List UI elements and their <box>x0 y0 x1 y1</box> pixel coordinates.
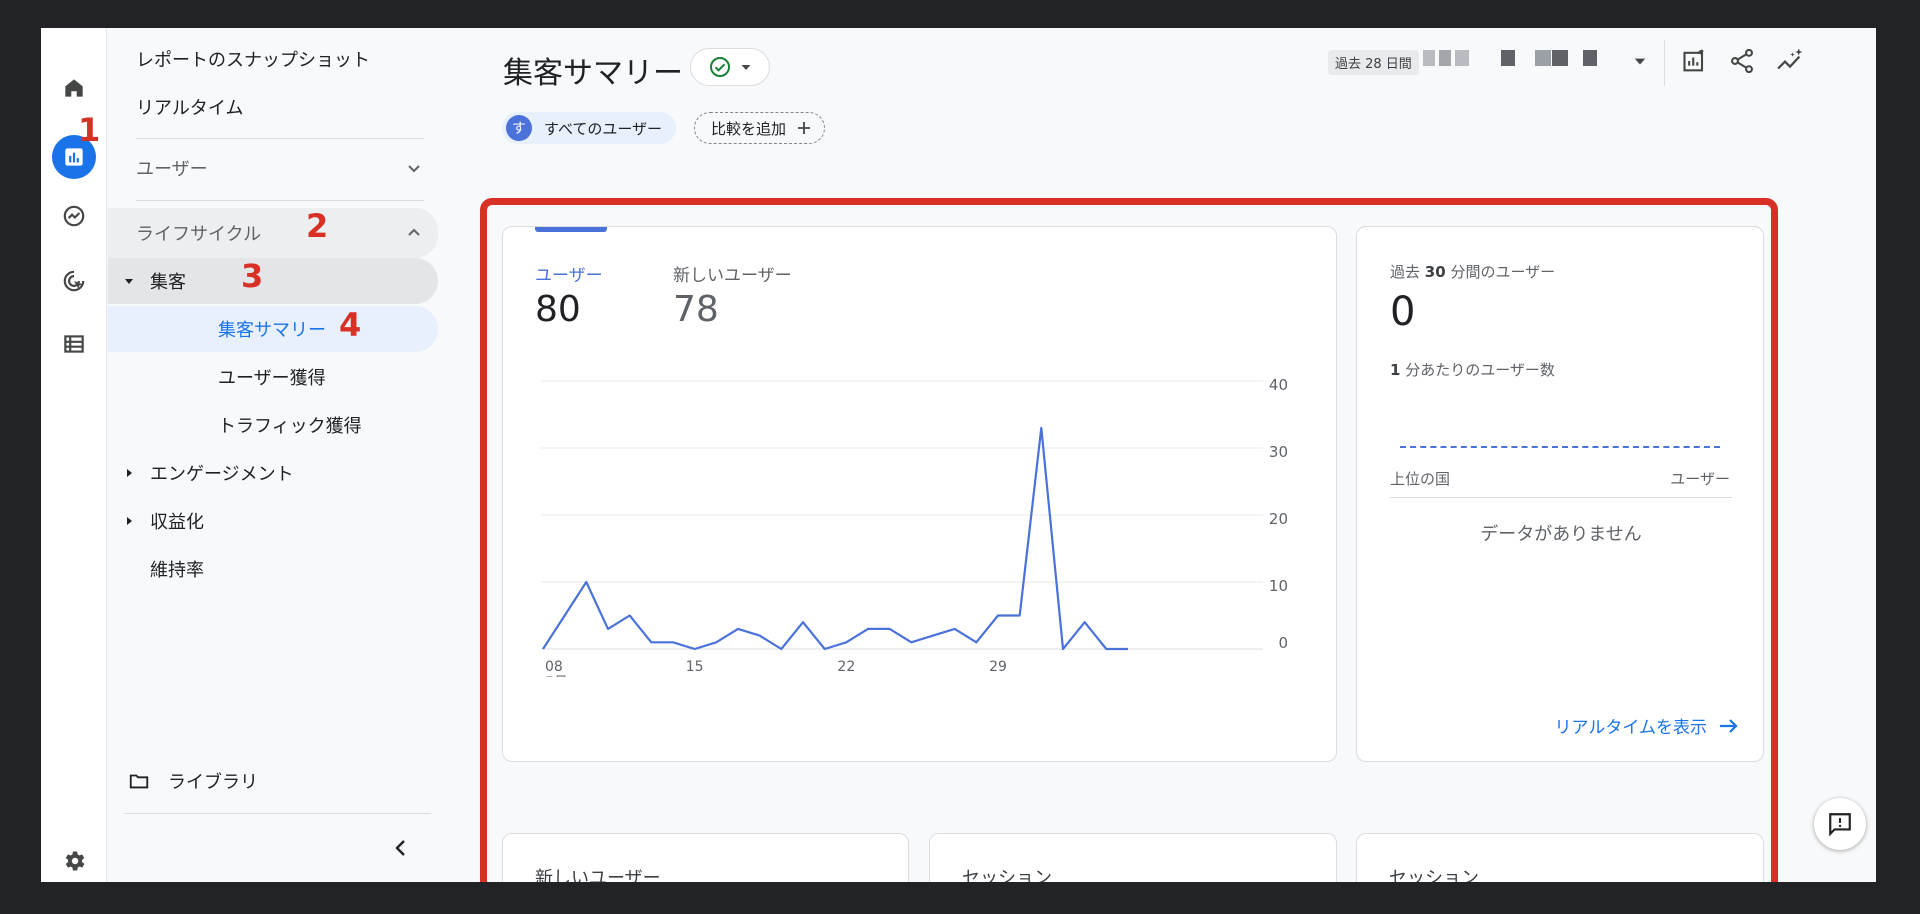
nav-retention[interactable]: 維持率 <box>150 556 204 582</box>
annotation-highlight-box <box>480 198 1778 882</box>
chevron-up-icon <box>408 228 420 236</box>
add-comparison-label: 比較を追加 <box>711 119 787 138</box>
nav-report-snapshot[interactable]: レポートのスナップショット <box>136 46 370 72</box>
status-dropdown[interactable] <box>690 48 770 86</box>
configure-icon[interactable] <box>52 322 96 366</box>
annotation-marker-4: 4 <box>339 306 362 344</box>
redacted-block <box>1535 50 1551 66</box>
nav-divider <box>124 813 431 814</box>
redacted-block <box>1583 50 1597 66</box>
nav-library[interactable]: ライブラリ <box>128 768 258 794</box>
page-title: 集客サマリー <box>503 56 683 91</box>
settings-gear-icon[interactable] <box>52 839 96 882</box>
nav-acquisition[interactable]: 集客 <box>122 268 186 294</box>
nav-engagement-label: エンゲージメント <box>150 464 294 485</box>
nav-realtime[interactable]: リアルタイム <box>136 94 243 120</box>
nav-traffic-acquisition[interactable]: トラフィック獲得 <box>218 412 362 438</box>
redacted-block <box>1423 50 1435 66</box>
share-icon[interactable] <box>1727 46 1757 76</box>
nav-section-lifecycle-label: ライフサイクル <box>136 224 262 245</box>
nav-section-users-label: ユーザー <box>136 159 208 180</box>
redacted-block <box>1501 50 1515 66</box>
report-nav: レポートのスナップショット リアルタイム ユーザー ライフサイクル 2 集客 3… <box>108 28 438 882</box>
folder-icon <box>129 774 149 789</box>
nav-user-acquisition[interactable]: ユーザー獲得 <box>218 364 326 390</box>
date-range-label[interactable]: 過去 28 日間 <box>1328 50 1419 75</box>
nav-engagement[interactable]: エンゲージメント <box>122 460 294 486</box>
redacted-block <box>1552 50 1568 66</box>
nav-library-label: ライブラリ <box>168 772 258 793</box>
advertising-icon[interactable] <box>52 259 96 303</box>
caret-right-icon <box>127 469 132 477</box>
redacted-block <box>1439 50 1451 66</box>
nav-acquisition-label: 集客 <box>150 272 186 293</box>
caret-down-icon <box>741 65 751 70</box>
left-rail: 1 <box>41 28 107 882</box>
chevron-down-icon <box>408 165 420 173</box>
nav-section-lifecycle[interactable]: ライフサイクル <box>136 205 424 261</box>
customize-report-icon[interactable] <box>1680 46 1710 76</box>
redacted-block <box>1455 50 1469 66</box>
caret-down-icon <box>125 279 133 284</box>
collapse-chevron-left-icon[interactable] <box>390 837 412 859</box>
add-comparison-button[interactable]: 比較を追加 <box>694 112 826 144</box>
nav-divider <box>136 138 424 139</box>
check-circle-icon <box>710 57 730 77</box>
nav-section-users[interactable]: ユーザー <box>136 140 424 196</box>
plus-icon <box>798 122 811 134</box>
segment-chip-label: すべてのユーザー <box>544 119 663 138</box>
feedback-button[interactable] <box>1814 798 1866 850</box>
caret-right-icon <box>127 517 132 525</box>
explore-icon[interactable] <box>52 194 96 238</box>
nav-monetization[interactable]: 収益化 <box>122 508 204 534</box>
date-caret-down-icon[interactable] <box>1633 54 1647 68</box>
feedback-icon <box>1829 813 1851 837</box>
annotation-marker-2: 2 <box>306 207 329 245</box>
nav-divider <box>136 200 424 201</box>
nav-acquisition-overview[interactable]: 集客サマリー <box>218 316 326 342</box>
app-window: 1 レポートのスナップショット リアルタイム ユーザー ライフサイクル 2 集客… <box>41 28 1876 882</box>
insights-icon[interactable] <box>1775 46 1805 76</box>
segment-chip-all-users[interactable]: す すべてのユーザー <box>502 112 677 144</box>
nav-monetization-label: 収益化 <box>150 512 204 533</box>
home-icon[interactable] <box>52 66 96 110</box>
segment-avatar: す <box>506 115 532 141</box>
toolbar-divider <box>1664 40 1665 86</box>
annotation-marker-1: 1 <box>78 111 101 149</box>
annotation-marker-3: 3 <box>241 257 264 295</box>
